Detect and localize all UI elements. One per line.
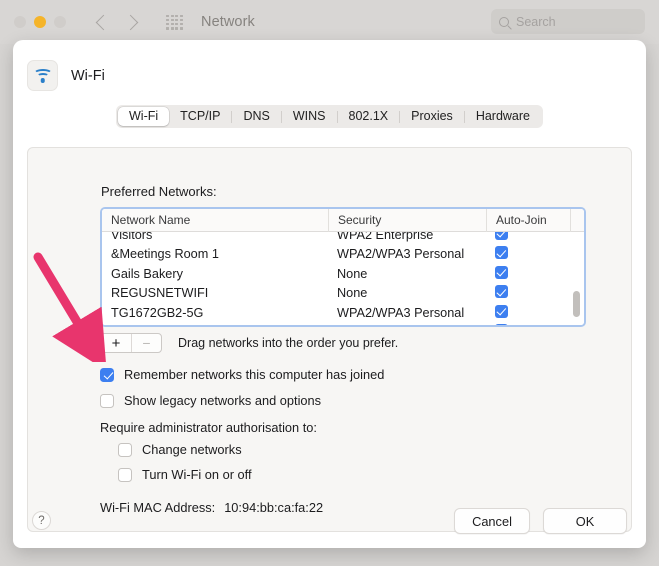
close-button[interactable] (14, 16, 26, 28)
preferred-networks-table[interactable]: Network Name Security Auto-Join Visitors… (100, 207, 586, 327)
remember-networks-label: Remember networks this computer has join… (124, 367, 385, 382)
tab-dns[interactable]: DNS (232, 107, 280, 126)
mac-address-label: Wi-Fi MAC Address: (100, 500, 216, 515)
checkbox-box[interactable] (100, 393, 114, 408)
cell-network-name: Visitors (111, 232, 153, 242)
cell-network-name: TG1672GB2-5G (111, 305, 204, 320)
wifi-settings-sheet: Wi-Fi Wi-Fi TCP/IP DNS WINS 802.1X Proxi… (13, 40, 646, 548)
cell-security: None (337, 286, 368, 301)
tab-hardware[interactable]: Hardware (465, 107, 541, 126)
cell-network-name: &Meetings Room 1 (111, 247, 219, 262)
window-toolbar: Network Search (0, 0, 659, 44)
column-header-auto-join[interactable]: Auto-Join (486, 209, 570, 232)
checkbox-box[interactable] (118, 467, 132, 482)
table-row[interactable]: Gails Bakery None (102, 264, 584, 284)
wifi-options-panel: Preferred Networks: Network Name Securit… (27, 147, 632, 532)
network-rows[interactable]: Visitors WPA2 Enterprise &Meetings Room 1 W… (102, 232, 584, 325)
add-network-button[interactable]: + (101, 334, 131, 352)
tab-wifi[interactable]: Wi-Fi (118, 107, 170, 126)
cell-auto-join (486, 304, 570, 321)
table-row[interactable]: Free Visitor WiFiNone (102, 323, 584, 325)
change-networks-checkbox[interactable]: Change networks (118, 442, 242, 457)
auto-join-checkbox[interactable] (495, 324, 508, 325)
change-networks-label: Change networks (142, 442, 242, 457)
mac-address-value: 10:94:bb:ca:fa:22 (224, 500, 324, 515)
tab-tcpip[interactable]: TCP/IP (169, 107, 231, 126)
sheet-header: Wi-Fi (13, 40, 646, 91)
window-title: Network (201, 14, 255, 30)
cell-auto-join (486, 324, 570, 325)
column-header-spacer (570, 209, 584, 232)
column-header-security[interactable]: Security (328, 209, 486, 232)
cell-auto-join (486, 265, 570, 282)
admin-authorisation-label: Require administrator authorisation to: (100, 420, 317, 435)
remember-networks-checkbox[interactable]: Remember networks this computer has join… (100, 367, 384, 382)
cell-auto-join (486, 285, 570, 301)
auto-join-checkbox[interactable] (495, 246, 508, 260)
tab-bar-wrapper: Wi-Fi TCP/IP DNS WINS 802.1X Proxies Har… (13, 105, 646, 128)
cell-network-name: Gails Bakery (111, 266, 183, 281)
table-row[interactable]: Visitors WPA2 Enterprise (102, 232, 584, 245)
table-row[interactable]: TG1672GB2-5G WPA2/WPA3 Personal (102, 303, 584, 323)
mac-address-row: Wi-Fi MAC Address: 10:94:bb:ca:fa:22 (100, 500, 323, 515)
service-name: Wi-Fi (71, 67, 105, 84)
show-all-grid-icon[interactable] (166, 14, 183, 30)
back-icon[interactable] (95, 14, 112, 30)
ok-button[interactable]: OK (543, 508, 627, 534)
table-scrollbar[interactable] (571, 233, 582, 323)
auto-join-checkbox[interactable] (495, 232, 508, 240)
cell-auto-join (486, 246, 570, 262)
minimize-button[interactable] (34, 16, 46, 28)
auto-join-checkbox[interactable] (495, 265, 508, 279)
cell-network-name: REGUSNETWIFI (111, 286, 209, 301)
table-header-row: Network Name Security Auto-Join (102, 209, 584, 232)
tab-8021x[interactable]: 802.1X (338, 107, 400, 126)
tab-bar: Wi-Fi TCP/IP DNS WINS 802.1X Proxies Har… (116, 105, 543, 128)
turn-wifi-label: Turn Wi-Fi on or off (142, 467, 252, 482)
zoom-button[interactable] (54, 16, 66, 28)
cell-security: None (337, 266, 368, 281)
tab-wins[interactable]: WINS (282, 107, 337, 126)
checkbox-box[interactable] (118, 442, 132, 457)
cell-security: WPA2 Enterprise (337, 232, 434, 242)
help-button[interactable]: ? (32, 511, 51, 530)
column-header-network-name[interactable]: Network Name (102, 209, 328, 232)
auto-join-checkbox[interactable] (495, 285, 508, 299)
table-row[interactable]: &Meetings Room 1 WPA2/WPA3 Personal (102, 245, 584, 265)
forward-icon[interactable] (122, 14, 139, 30)
auto-join-checkbox[interactable] (495, 304, 508, 318)
table-row[interactable]: REGUSNETWIFI None (102, 284, 584, 304)
drag-hint-text: Drag networks into the order you prefer. (178, 336, 399, 350)
add-remove-segment: + − (100, 333, 162, 353)
show-legacy-networks-checkbox[interactable]: Show legacy networks and options (100, 393, 321, 408)
search-placeholder: Search (516, 14, 556, 29)
cell-security: WPA2/WPA3 Personal (337, 247, 465, 262)
wifi-icon (27, 60, 58, 91)
search-icon (499, 16, 509, 27)
traffic-lights (14, 16, 66, 28)
turn-wifi-checkbox[interactable]: Turn Wi-Fi on or off (118, 467, 252, 482)
preferred-networks-label: Preferred Networks: (101, 184, 217, 199)
checkbox-box[interactable] (100, 367, 114, 382)
scrollbar-thumb[interactable] (573, 291, 580, 317)
cell-auto-join (486, 232, 570, 243)
cancel-button[interactable]: Cancel (454, 508, 530, 534)
tab-proxies[interactable]: Proxies (400, 107, 464, 126)
show-legacy-networks-label: Show legacy networks and options (124, 393, 322, 408)
cell-security: WPA2/WPA3 Personal (337, 305, 465, 320)
search-field[interactable]: Search (491, 9, 645, 34)
list-controls: + − Drag networks into the order you pre… (100, 333, 398, 353)
remove-network-button: − (131, 334, 161, 352)
navigation-arrows (95, 14, 139, 30)
